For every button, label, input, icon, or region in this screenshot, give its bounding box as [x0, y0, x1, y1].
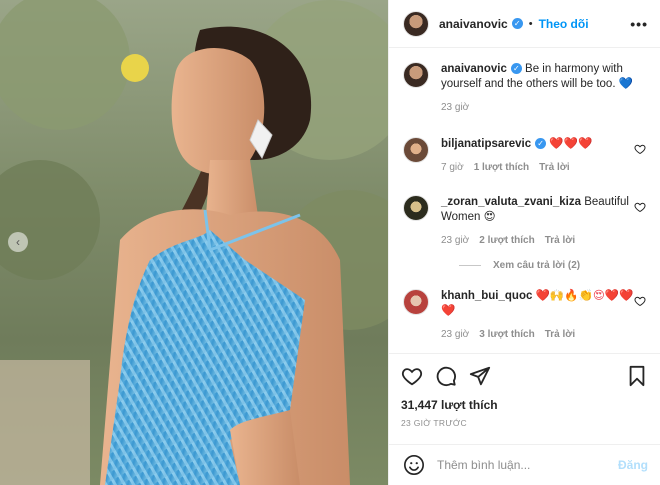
verified-icon: ✓ — [510, 63, 522, 75]
post-details-panel: anaivanovic ✓ • Theo dõi ••• anaivanovic… — [388, 0, 660, 485]
post-actions: 31,447 lượt thích 23 GIỜ TRƯỚC — [389, 353, 660, 428]
heart-icon[interactable] — [401, 365, 423, 387]
replies-divider — [459, 265, 481, 266]
comment-likes[interactable]: 3 lượt thích — [479, 327, 534, 342]
heart-icon[interactable] — [634, 201, 646, 213]
heart-icon[interactable] — [634, 295, 646, 307]
post-header: anaivanovic ✓ • Theo dõi ••• — [389, 0, 660, 48]
verified-icon: ✓ — [535, 138, 547, 150]
view-replies-label: Xem câu trả lời (2) — [493, 260, 581, 271]
comment-username[interactable]: khanh_bui_quoc — [441, 290, 532, 302]
caption: anaivanovic ✓ Be in harmony with yourself… — [403, 62, 646, 115]
chevron-left-icon[interactable]: ‹ — [8, 232, 28, 252]
follow-button[interactable]: Theo dõi — [539, 17, 589, 31]
comment-item: biljanatipsarevic ✓ ❤️❤️❤️ 7 giờ 1 lượt t… — [403, 137, 646, 175]
caption-emoji: 💙 — [618, 78, 634, 90]
author-avatar[interactable] — [403, 62, 429, 88]
reply-button[interactable]: Trả lời — [539, 160, 569, 175]
photo-illustration — [0, 0, 388, 485]
comment-input[interactable] — [437, 458, 618, 472]
emoji-icon[interactable] — [403, 454, 425, 476]
action-icons — [401, 362, 648, 390]
reply-button[interactable]: Trả lời — [545, 233, 575, 248]
comment-time: 23 giờ — [441, 235, 470, 246]
verified-icon: ✓ — [511, 18, 523, 29]
post-comment-button[interactable]: Đăng — [618, 458, 648, 472]
comment-item: khanh_bui_quoc ❤️🙌🔥👏😍❤️❤️❤️ 23 giờ 3 lượ… — [403, 289, 646, 342]
comment-likes[interactable]: 1 lượt thích — [474, 160, 529, 175]
commenter-avatar[interactable] — [403, 137, 429, 163]
share-icon[interactable] — [469, 365, 491, 387]
view-replies-button[interactable]: Xem câu trả lời (2) — [459, 260, 646, 271]
comment-icon[interactable] — [435, 365, 457, 387]
author-avatar[interactable] — [403, 10, 429, 37]
comment-item: _zoran_valuta_zvani_kiza Beautiful Women… — [403, 195, 646, 248]
author-username[interactable]: anaivanovic — [439, 17, 508, 31]
like-count[interactable]: 31,447 lượt thích — [401, 398, 648, 412]
separator-dot: • — [528, 17, 533, 30]
comments-list[interactable]: anaivanovic ✓ Be in harmony with yourself… — [389, 48, 660, 353]
heart-icon[interactable] — [634, 143, 646, 155]
comment-likes[interactable]: 2 lượt thích — [479, 233, 534, 248]
more-icon[interactable]: ••• — [630, 16, 648, 32]
commenter-avatar[interactable] — [403, 195, 429, 221]
caption-time: 23 giờ — [441, 102, 470, 113]
post-timestamp: 23 GIỜ TRƯỚC — [401, 418, 467, 428]
comment-username[interactable]: biljanatipsarevic — [441, 138, 531, 150]
post-photo[interactable]: ‹ — [0, 0, 388, 485]
caption-username[interactable]: anaivanovic — [441, 63, 507, 75]
bookmark-icon[interactable] — [626, 365, 648, 387]
comment-text: ❤️❤️❤️ — [549, 138, 593, 150]
comment-time: 7 giờ — [441, 162, 464, 173]
comment-time: 23 giờ — [441, 329, 470, 340]
commenter-avatar[interactable] — [403, 289, 429, 315]
comment-username[interactable]: _zoran_valuta_zvani_kiza — [441, 196, 581, 208]
add-comment-bar: Đăng — [389, 444, 660, 485]
reply-button[interactable]: Trả lời — [545, 327, 575, 342]
